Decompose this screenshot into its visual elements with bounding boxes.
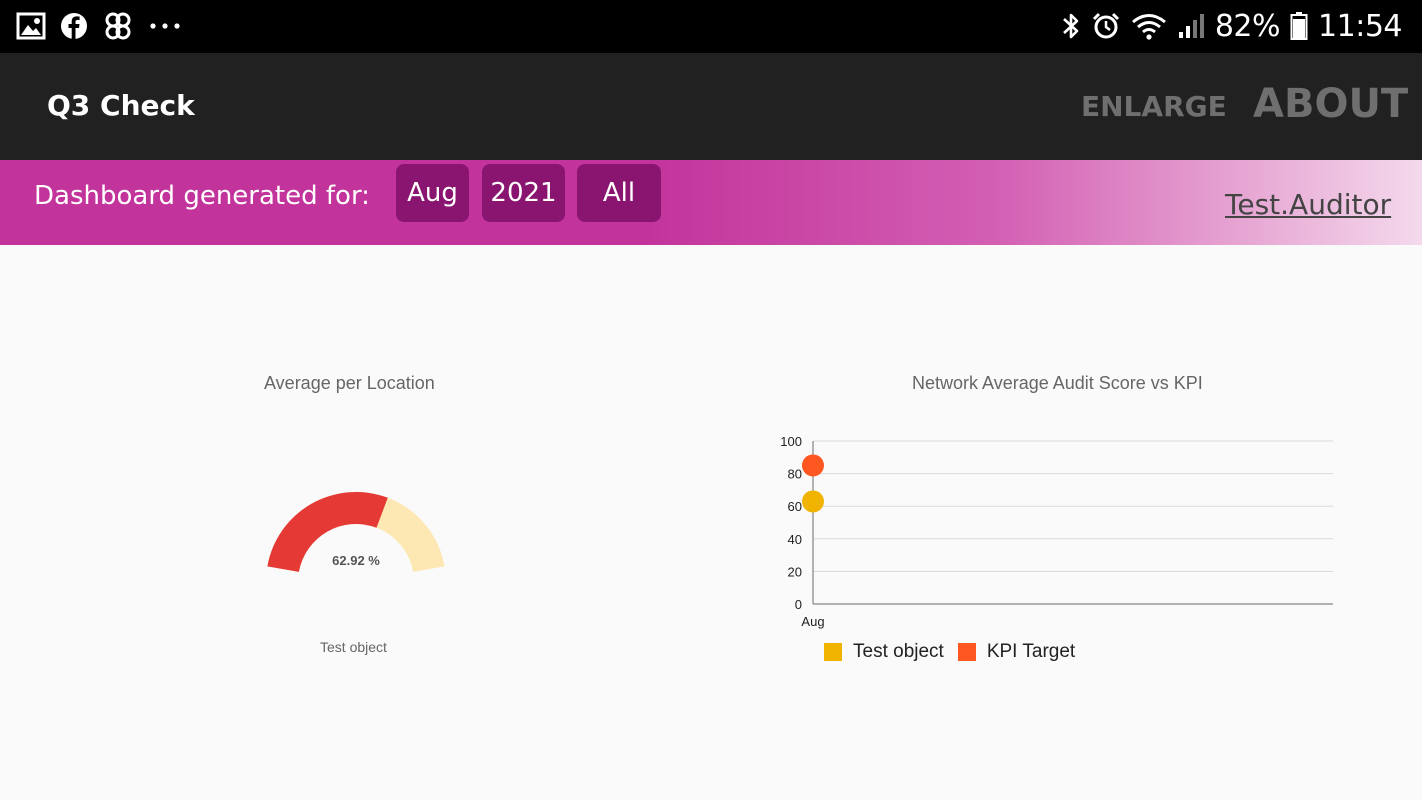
- line-chart-legend: Test object KPI Target: [824, 641, 1089, 663]
- data-point-kpi-target[interactable]: [802, 454, 824, 477]
- scope-selector[interactable]: All: [577, 164, 661, 222]
- legend-item-test-object[interactable]: Test object: [824, 641, 944, 663]
- y-tick-label: 0: [795, 597, 802, 612]
- bluetooth-icon: [1061, 11, 1081, 41]
- clock: 11:54: [1318, 8, 1402, 44]
- battery-percent: 82%: [1214, 8, 1281, 44]
- battery-icon: [1290, 11, 1308, 41]
- line-chart-grid: [812, 440, 1333, 605]
- filter-label: Dashboard generated for:: [34, 181, 370, 211]
- more-dots-icon: [148, 21, 182, 31]
- legend-swatch-kpi-target: [957, 643, 976, 661]
- y-tick-label: 40: [788, 532, 802, 547]
- user-link[interactable]: Test.Auditor: [1225, 188, 1391, 221]
- gauge-category-label: Test object: [320, 639, 387, 655]
- legend-label-kpi-target: KPI Target: [986, 641, 1076, 662]
- line-chart-y-axis: 0 20 40 60 80 100: [780, 434, 802, 612]
- pinwheel-icon: [102, 11, 134, 41]
- status-left-icons: [16, 10, 182, 42]
- app-title: Q3 Check: [47, 89, 195, 122]
- wifi-icon: [1131, 11, 1167, 41]
- status-bar: 82% 11:54: [0, 0, 1422, 53]
- line-chart: 0 20 40 60 80 100 Aug: [780, 434, 1333, 629]
- y-tick-label: 80: [788, 467, 802, 482]
- signal-icon: [1177, 12, 1205, 40]
- line-chart-title: Network Average Audit Score vs KPI: [912, 373, 1203, 393]
- y-tick-label: 60: [788, 499, 802, 514]
- enlarge-button[interactable]: ENLARGE: [1081, 90, 1227, 123]
- filter-bar: Dashboard generated for: Aug 2021 All Te…: [0, 160, 1422, 245]
- facebook-icon: [60, 12, 88, 40]
- year-selector[interactable]: 2021: [482, 164, 565, 222]
- alarm-icon: [1091, 11, 1121, 41]
- app-bar: Q3 Check ENLARGE ABOUT: [0, 53, 1422, 160]
- line-chart-x-axis: Aug: [801, 614, 824, 629]
- status-right-icons: 82% 11:54: [1061, 8, 1402, 44]
- gallery-icon: [16, 12, 46, 40]
- y-tick-label: 20: [788, 564, 802, 579]
- legend-label-test-object: Test object: [853, 641, 944, 662]
- legend-swatch-test-object: [824, 643, 842, 661]
- y-tick-label: 100: [780, 434, 802, 449]
- legend-item-kpi-target[interactable]: KPI Target: [957, 641, 1076, 663]
- data-point-test-object[interactable]: [802, 490, 824, 513]
- month-selector[interactable]: Aug: [396, 164, 469, 222]
- gauge-chart: 62.92 %: [267, 492, 445, 572]
- about-button[interactable]: ABOUT: [1253, 81, 1408, 127]
- x-tick-label: Aug: [801, 614, 824, 629]
- gauge-value-label: 62.92 %: [332, 553, 380, 568]
- gauge-chart-title: Average per Location: [264, 373, 435, 393]
